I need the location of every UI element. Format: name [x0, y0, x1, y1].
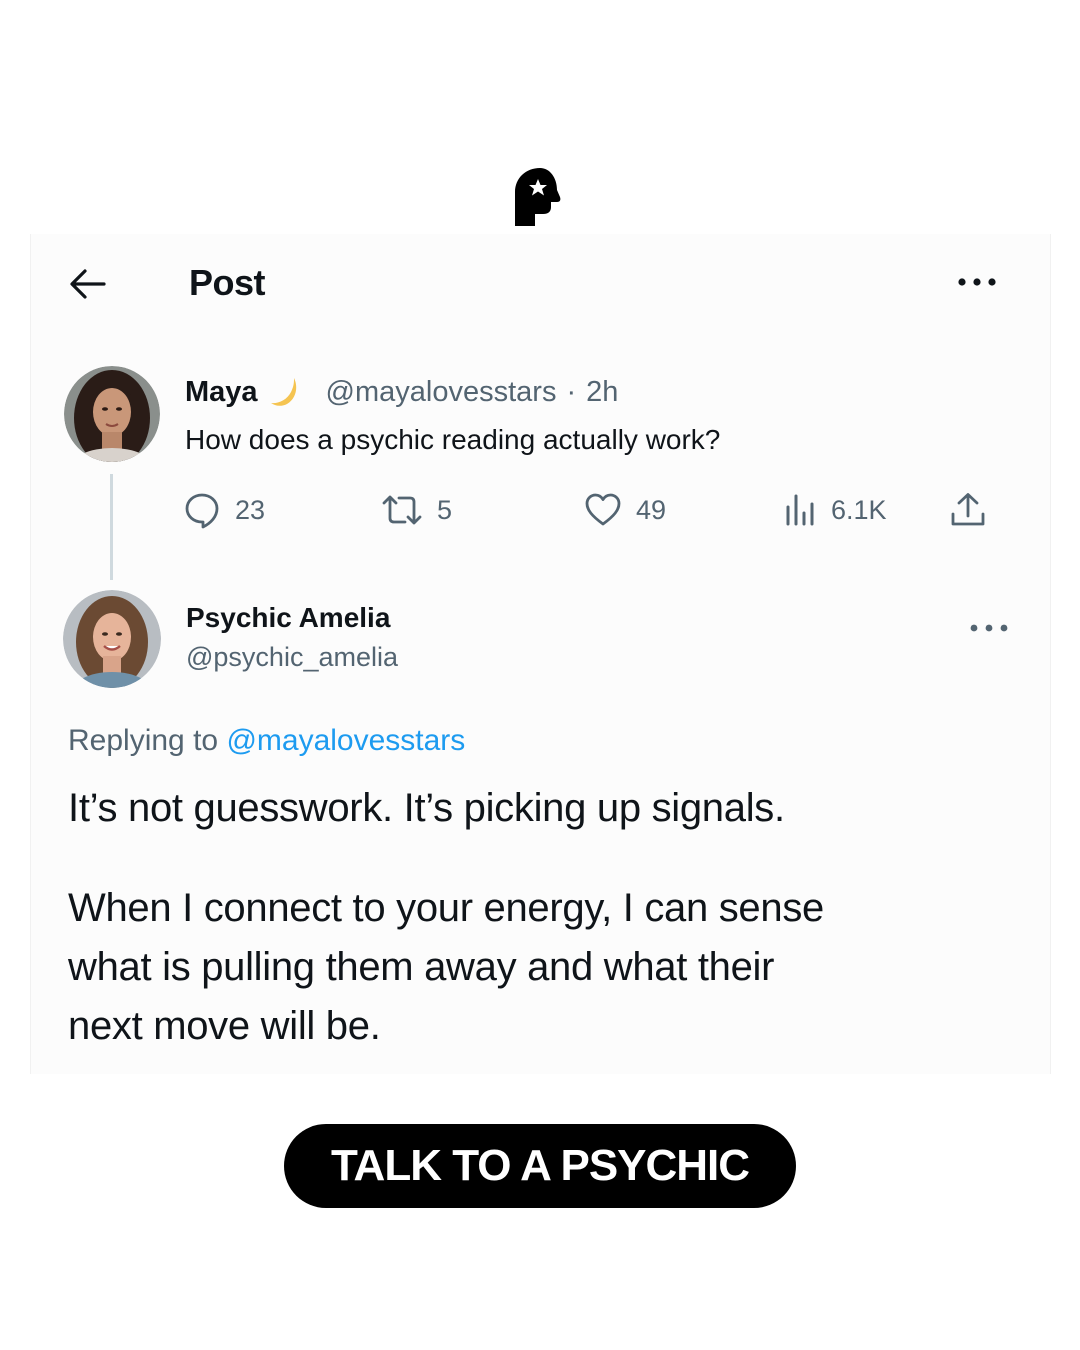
reply-text-line: next move will be. [68, 1004, 381, 1048]
post-card: Post Maya @mayalovesstars · 2h How does … [30, 234, 1051, 1074]
reply-button[interactable]: 23 [183, 490, 265, 530]
arrow-left-icon[interactable] [67, 266, 107, 302]
reply-text-line: It’s not guesswork. It’s picking up sign… [68, 786, 785, 830]
share-button[interactable] [949, 490, 987, 530]
reply-text-line: what is pulling them away and what their [68, 945, 775, 989]
replying-to-handle-link[interactable]: @mayalovesstars [226, 724, 465, 757]
psychic-head-logo-icon [515, 168, 561, 226]
more-horizontal-icon[interactable] [969, 616, 1009, 640]
reply-author-handle[interactable]: @psychic_amelia [186, 642, 398, 673]
share-upload-icon [951, 493, 985, 526]
author-name[interactable]: Maya [185, 376, 258, 409]
reply-icon [185, 493, 219, 529]
dot-separator: · [566, 375, 577, 408]
original-post-header: Maya @mayalovesstars · 2h [185, 372, 618, 412]
reply-count: 23 [235, 494, 266, 525]
retweet-icon [382, 495, 422, 525]
heart-icon [585, 493, 621, 526]
replying-to: Replying to @mayalovesstars [68, 724, 465, 758]
avatar-psychic-amelia[interactable] [63, 590, 161, 688]
crescent-moon-icon [270, 378, 296, 406]
author-handle[interactable]: @mayalovesstars [326, 376, 557, 409]
thread-line [110, 474, 113, 580]
page-title: Post [189, 262, 266, 303]
views-chart-icon [786, 494, 814, 526]
views-count: 6.1K [831, 494, 887, 525]
post-text: How does a psychic reading actually work… [185, 424, 721, 455]
views-button[interactable]: 6.1K [783, 490, 887, 530]
like-button[interactable]: 49 [584, 490, 666, 530]
avatar-maya[interactable] [64, 366, 160, 462]
retweet-count: 5 [437, 494, 453, 525]
like-count: 49 [636, 494, 667, 525]
more-horizontal-icon[interactable] [957, 270, 997, 294]
replying-to-label: Replying to [68, 724, 219, 757]
reply-text-line: When I connect to your energy, I can sen… [68, 886, 824, 930]
talk-to-psychic-button[interactable]: TALK TO A PSYCHIC [284, 1124, 796, 1208]
post-time[interactable]: 2h [586, 376, 618, 409]
retweet-button[interactable]: 5 [381, 490, 452, 530]
reply-author-name[interactable]: Psychic Amelia [186, 602, 390, 634]
